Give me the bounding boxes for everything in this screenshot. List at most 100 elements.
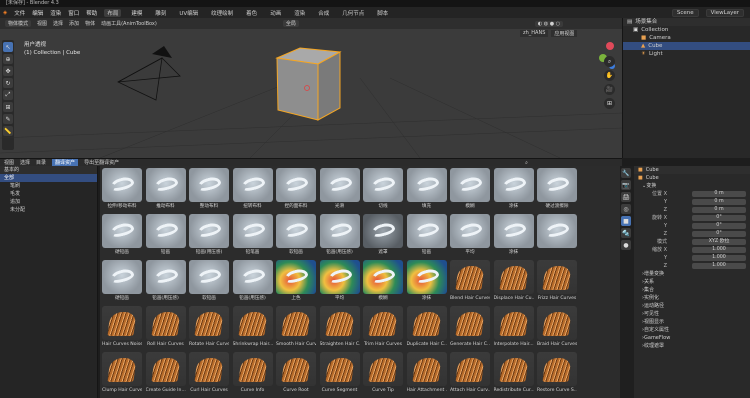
asset-tile[interactable]: Hair Attachment ...	[406, 352, 447, 396]
tab-rendering[interactable]: 渲染	[291, 9, 308, 17]
property-section[interactable]: › 增量变换	[634, 270, 750, 278]
asset-tile[interactable]: Interpolate Hair...	[493, 306, 534, 350]
tab-animation[interactable]: 动画	[267, 9, 284, 17]
asset-tile[interactable]: 涂抹	[493, 214, 534, 258]
asset-tile[interactable]: 捏的面布料	[276, 168, 316, 212]
property-section[interactable]: › 自定义属性	[634, 326, 750, 334]
menu-window[interactable]: 窗口	[68, 9, 79, 17]
asset-tile[interactable]: 铅笔画	[232, 214, 273, 258]
camera-view-icon[interactable]: 🎥	[604, 84, 615, 95]
rotation-y-field[interactable]: 0°	[692, 223, 746, 229]
catalog-item-all[interactable]: 全部	[0, 174, 97, 182]
asset-tile[interactable]: 硬铅画	[102, 260, 142, 304]
asset-tile[interactable]: Frizz Hair Curves	[537, 260, 577, 304]
asset-tile[interactable]: Curl Hair Curves	[189, 352, 229, 396]
asset-tile[interactable]: 平均	[450, 214, 490, 258]
asset-tile[interactable]: Smooth Hair Curves	[276, 306, 316, 350]
location-y-field[interactable]: 0 m	[692, 199, 746, 205]
tab-geometry-nodes[interactable]: 几何节点	[339, 9, 367, 17]
location-z-field[interactable]: 0 m	[692, 207, 746, 213]
asset-tile[interactable]: Straighten Hair C...	[319, 306, 360, 350]
asset-tile[interactable]: 铅画	[145, 214, 186, 258]
property-section[interactable]: › 集合	[634, 286, 750, 294]
cube-object[interactable]	[275, 47, 342, 121]
catalog-item-brush[interactable]: 笔刷	[0, 182, 97, 190]
asset-tile[interactable]: 填充	[406, 168, 447, 212]
scale-y-field[interactable]: 1.000	[692, 255, 746, 261]
asset-menu-view[interactable]: 视图	[4, 159, 14, 166]
location-x-field[interactable]: 0 m	[692, 191, 746, 197]
asset-tile[interactable]: Braid Hair Curves	[537, 306, 577, 350]
3d-viewport[interactable]: 物体模式 视图 选择 添加 物体 动画工具(AnimToolBox) 全局 ◐ …	[0, 18, 622, 158]
blender-logo-icon[interactable]: ◈	[3, 10, 7, 16]
asset-search-icon[interactable]: ⌕	[525, 160, 528, 166]
tab-sculpt[interactable]: 雕刻	[152, 9, 169, 17]
asset-tile[interactable]: 整动布料	[189, 168, 229, 212]
asset-tile[interactable]: 上色	[276, 260, 316, 304]
object-name-field[interactable]: ■ Cube	[634, 174, 750, 182]
asset-tile[interactable]: 铅画(用压感)	[319, 214, 360, 258]
outliner-row-collection[interactable]: ▣ Collection	[623, 26, 750, 34]
asset-tile[interactable]: 铅画(用压感)	[189, 214, 229, 258]
material-tab-icon[interactable]: ●	[621, 240, 631, 250]
export-translate-button[interactable]: 导出至翻译资产	[84, 159, 119, 166]
menu-render[interactable]: 渲染	[50, 9, 61, 17]
asset-tile[interactable]: 硬铅画	[102, 214, 142, 258]
catalog-item-append[interactable]: 追加	[0, 198, 97, 206]
asset-tile[interactable]: Clump Hair Curves	[102, 352, 142, 396]
translate-assets-button[interactable]: 翻译资产	[52, 159, 79, 166]
tab-layout[interactable]: 布局	[104, 8, 122, 17]
render-tab-icon[interactable]: 📷	[621, 180, 631, 190]
asset-tile[interactable]: 推动布料	[145, 168, 186, 212]
scale-z-field[interactable]: 1.000	[692, 263, 746, 269]
scene-tab-icon[interactable]: ◎	[621, 204, 631, 214]
asset-tile[interactable]	[537, 214, 577, 258]
asset-tile[interactable]: 铅画	[406, 214, 447, 258]
view-layer-selector[interactable]: ViewLayer	[705, 8, 744, 17]
transform-section[interactable]: ⌄ 变换	[634, 182, 750, 190]
asset-tile[interactable]: 模糊	[450, 168, 490, 212]
asset-tile[interactable]: Shrinkwrap Hair...	[232, 306, 273, 350]
asset-tile[interactable]: 涂抹	[406, 260, 447, 304]
asset-tile[interactable]: Roll Hair Curves	[145, 306, 186, 350]
grid-view-icon[interactable]: ⊞	[604, 98, 615, 109]
pan-hand-icon[interactable]: ✋	[604, 70, 615, 81]
asset-tile[interactable]: Duplicate Hair C...	[406, 306, 447, 350]
scale-x-field[interactable]: 1.000	[692, 247, 746, 253]
outliner-row-light[interactable]: ☀ Light	[623, 50, 750, 58]
tab-compositing[interactable]: 合成	[315, 9, 332, 17]
outliner-row-camera[interactable]: ■ Camera	[623, 34, 750, 42]
scene-selector[interactable]: Scene	[671, 8, 699, 17]
property-section[interactable]: › GameFlow	[634, 334, 750, 342]
asset-tile[interactable]: 硬过渡擦除	[537, 168, 577, 212]
asset-tile[interactable]: Hair Curves Noise	[102, 306, 142, 350]
zoom-icon[interactable]: ⌕	[604, 56, 615, 67]
tab-shading[interactable]: 着色	[243, 9, 260, 17]
asset-library-selector[interactable]: 基本的	[0, 166, 97, 174]
asset-tile[interactable]: Curve Info	[232, 352, 273, 396]
camera-object[interactable]	[117, 46, 181, 101]
asset-tile[interactable]: 软铅画	[189, 260, 229, 304]
output-tab-icon[interactable]: 🖨	[621, 192, 631, 202]
asset-menu-catalog[interactable]: 目录	[36, 159, 46, 166]
asset-tile[interactable]: 涂抹	[493, 168, 534, 212]
outliner-row-cube[interactable]: ▲ Cube	[623, 42, 750, 50]
catalog-item-unassigned[interactable]: 未分配	[0, 206, 97, 214]
asset-tile[interactable]: Rotate Hair Curves	[189, 306, 229, 350]
asset-tile[interactable]: Attach Hair Curv...	[450, 352, 490, 396]
asset-tile[interactable]: 模糊	[363, 260, 403, 304]
asset-tile[interactable]: 扭转布料	[232, 168, 273, 212]
asset-tile[interactable]: 拉伸/移动布料	[102, 168, 142, 212]
asset-tile[interactable]: 铅画(用压感)	[145, 260, 186, 304]
outliner-filter-icon[interactable]: ▤	[627, 18, 632, 26]
menu-file[interactable]: 文件	[14, 9, 25, 17]
asset-tile[interactable]: Curve Root	[276, 352, 316, 396]
asset-tile[interactable]: Redistribute Cur...	[493, 352, 534, 396]
asset-tile[interactable]: Generate Hair C...	[450, 306, 490, 350]
asset-tile[interactable]: 切线	[363, 168, 403, 212]
asset-tile[interactable]: Curve Tip	[363, 352, 403, 396]
scene-canvas[interactable]	[0, 18, 622, 158]
rotation-z-field[interactable]: 0°	[692, 231, 746, 237]
object-tab-icon[interactable]: ■	[621, 216, 631, 226]
property-section[interactable]: › 纹理遮罩	[634, 342, 750, 350]
